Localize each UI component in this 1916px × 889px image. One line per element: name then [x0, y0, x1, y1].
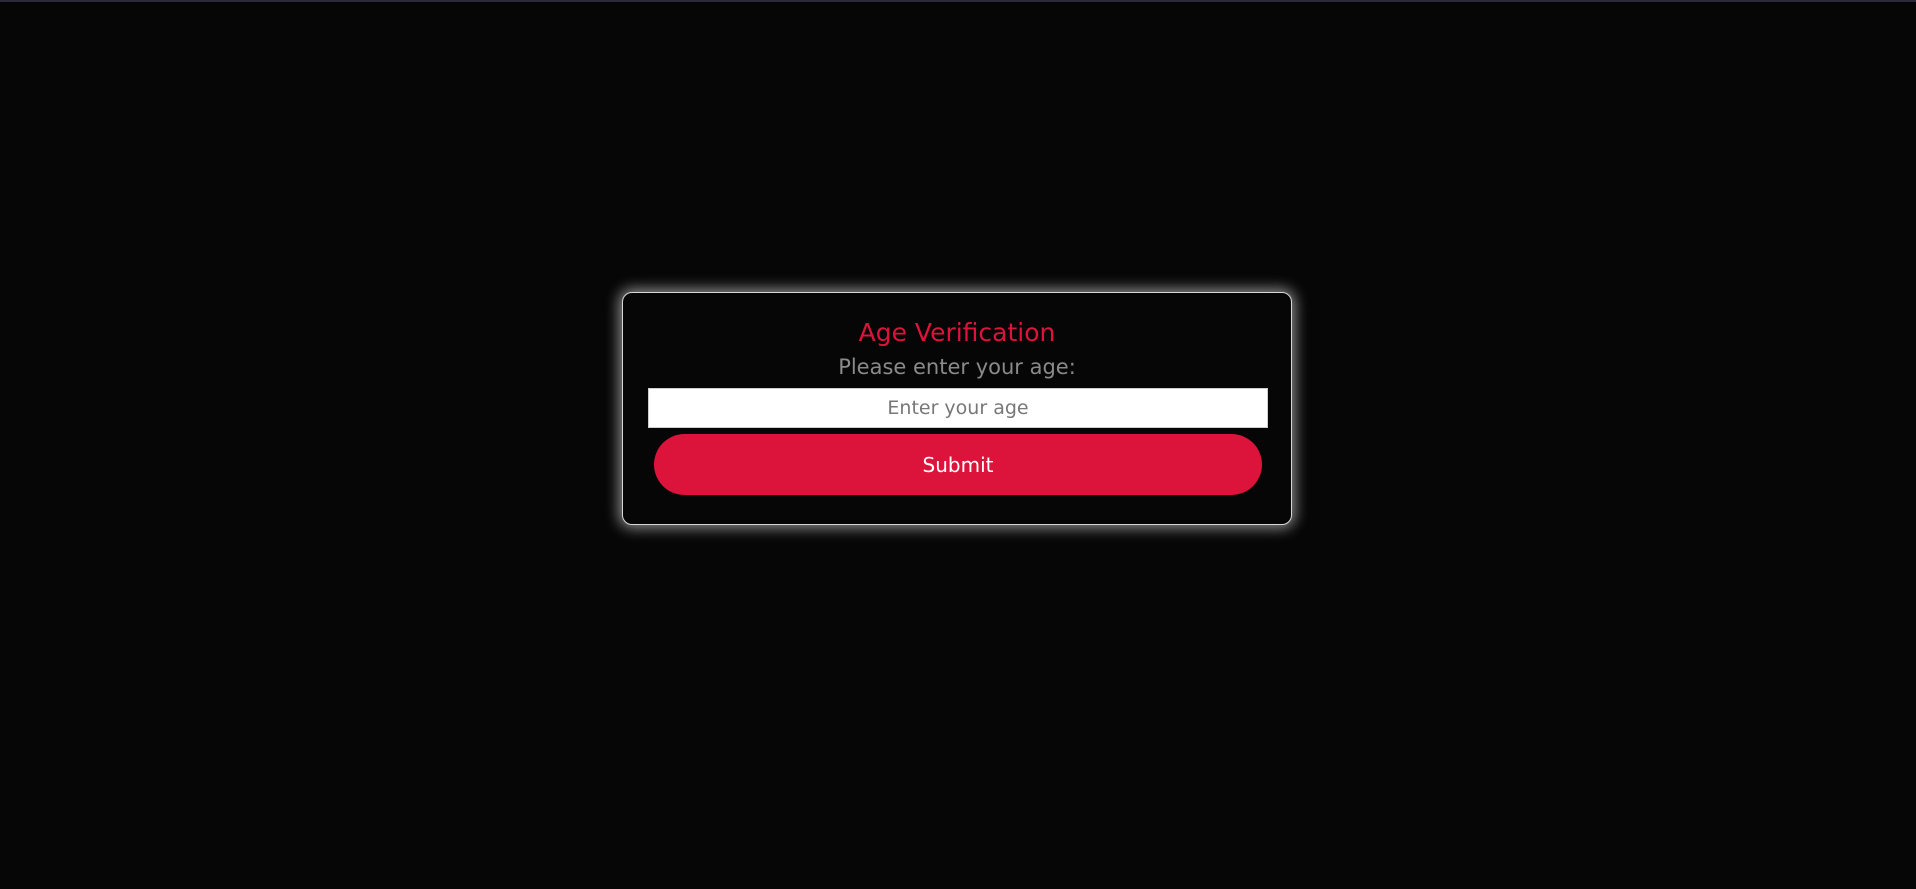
page: Age Verification Please enter your age: … [0, 0, 1916, 889]
age-input[interactable] [648, 388, 1268, 428]
card-title: Age Verification [858, 318, 1056, 347]
age-verification-card: Age Verification Please enter your age: … [622, 292, 1292, 525]
submit-button[interactable]: Submit [654, 434, 1262, 495]
age-prompt-label: Please enter your age: [838, 355, 1076, 379]
